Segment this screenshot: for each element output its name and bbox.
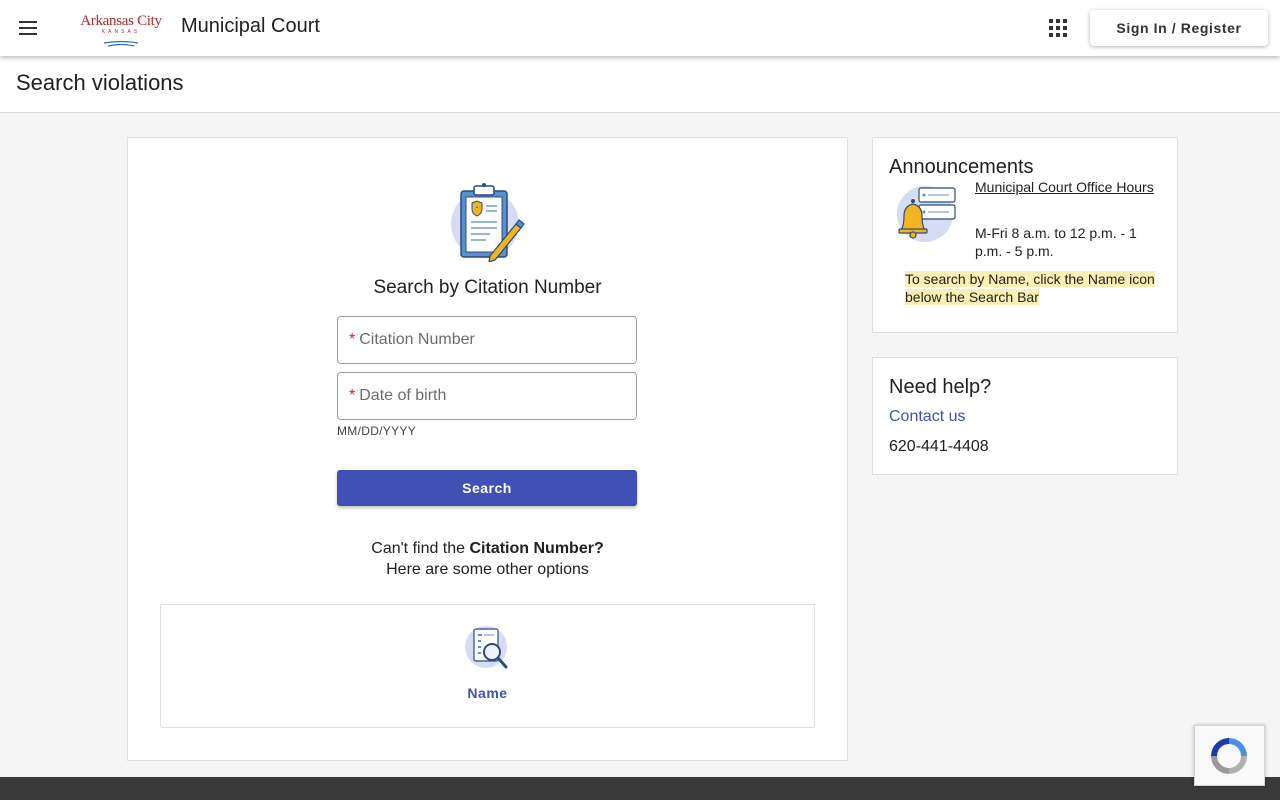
footer bbox=[0, 777, 1280, 800]
search-heading: Search by Citation Number bbox=[373, 277, 602, 298]
name-search-tip: To search by Name, click the Name icon b… bbox=[905, 270, 1155, 306]
page-title: Search violations bbox=[16, 70, 184, 95]
name-search-tip-text: To search by Name, click the Name icon b… bbox=[905, 271, 1155, 305]
name-option-label: Name bbox=[467, 685, 508, 701]
bell-icon bbox=[897, 186, 956, 242]
search-button[interactable]: Search bbox=[337, 470, 637, 506]
arkansas-city-logo[interactable]: Arkansas City KANSAS bbox=[80, 13, 162, 47]
search-by-name-option[interactable]: Name bbox=[160, 604, 815, 728]
other-options-line: Here are some other options bbox=[386, 561, 589, 578]
required-marker: * bbox=[349, 387, 356, 404]
announcements-card: Announcements Municipal Court Office Hou… bbox=[872, 137, 1178, 333]
cant-find-prefix: Can't find the bbox=[371, 540, 466, 557]
other-options-text: Can't find the Citation Number? Here are… bbox=[128, 538, 847, 580]
logo-waves-icon bbox=[103, 40, 139, 47]
clipboard-icon bbox=[451, 183, 525, 262]
date-of-birth-field[interactable]: * Date of birth bbox=[337, 372, 637, 420]
logo-text: Arkansas City bbox=[80, 13, 162, 29]
help-card: Need help? Contact us 620-441-4408 bbox=[872, 357, 1178, 475]
top-app-bar: Arkansas City KANSAS Municipal Court Sig… bbox=[0, 0, 1280, 56]
app-title: Municipal Court bbox=[181, 15, 320, 37]
citation-number-field[interactable]: * Citation Number bbox=[337, 316, 637, 364]
logo-subtext: KANSAS bbox=[101, 29, 141, 35]
citation-number-placeholder: Citation Number bbox=[359, 331, 475, 348]
contact-us-link[interactable]: Contact us bbox=[889, 408, 965, 426]
date-format-hint: MM/DD/YYYY bbox=[337, 424, 417, 438]
cant-find-line: Can't find the Citation Number? bbox=[128, 538, 847, 559]
menu-icon[interactable] bbox=[14, 14, 42, 42]
sign-in-register-button[interactable]: Sign In / Register bbox=[1090, 10, 1268, 46]
date-of-birth-placeholder: Date of birth bbox=[359, 387, 447, 404]
required-marker: * bbox=[349, 331, 356, 348]
recaptcha-badge[interactable] bbox=[1194, 725, 1265, 786]
office-hours-text: M-Fri 8 a.m. to 12 p.m. - 1 p.m. - 5 p.m… bbox=[975, 225, 1137, 259]
name-search-icon bbox=[465, 626, 508, 669]
cant-find-bold: Citation Number? bbox=[469, 540, 604, 557]
apps-grid-icon[interactable] bbox=[1046, 16, 1070, 40]
recaptcha-icon bbox=[1211, 738, 1247, 774]
office-hours-link[interactable]: Municipal Court Office Hours bbox=[975, 178, 1155, 196]
announcements-title: Announcements bbox=[889, 156, 1034, 178]
help-phone-number: 620-441-4408 bbox=[889, 438, 989, 455]
help-title: Need help? bbox=[889, 376, 992, 398]
page-header: Search violations bbox=[0, 56, 1280, 113]
search-card: Search by Citation Number * Citation Num… bbox=[127, 137, 848, 761]
